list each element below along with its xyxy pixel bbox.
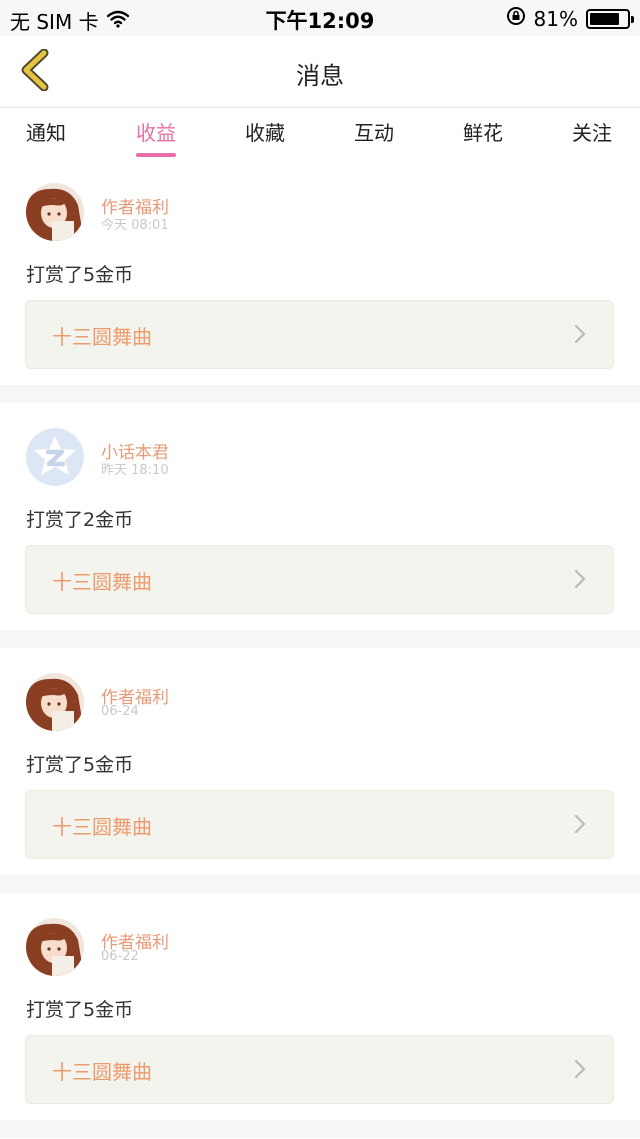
active-tab-indicator	[136, 153, 176, 157]
tab-flowers[interactable]: 鲜花	[453, 117, 513, 146]
divider	[0, 630, 640, 648]
timestamp: 06-22	[101, 949, 139, 964]
anime-avatar-icon	[26, 183, 84, 241]
page-title: 消息	[296, 62, 344, 90]
anime-avatar-icon	[26, 673, 84, 731]
divider	[0, 385, 640, 403]
message-text: 打赏了5金币	[26, 754, 134, 776]
tab-label: 互动	[354, 121, 394, 145]
message-card: 作者福利 06-24 打赏了5金币 十三圆舞曲	[0, 648, 640, 875]
navigation-bar: 消息	[0, 36, 640, 108]
timestamp: 昨天 18:10	[101, 463, 169, 478]
avatar[interactable]	[26, 918, 84, 976]
tab-interactions[interactable]: 互动	[344, 117, 404, 146]
divider	[0, 1120, 640, 1138]
book-title: 十三圆舞曲	[52, 325, 152, 349]
tab-label: 关注	[572, 121, 612, 145]
tab-label: 通知	[26, 121, 66, 145]
tab-label: 收益	[136, 121, 176, 145]
message-text: 打赏了5金币	[26, 264, 134, 286]
chevron-right-icon	[573, 1058, 587, 1080]
chevron-right-icon	[573, 568, 587, 590]
tab-following[interactable]: 关注	[562, 117, 622, 146]
tab-favorites[interactable]: 收藏	[235, 117, 295, 146]
book-title: 十三圆舞曲	[52, 1060, 152, 1084]
z-logo-avatar-icon	[26, 428, 84, 486]
status-bar: 无 SIM 卡 下午12:09 81%	[0, 0, 640, 36]
anime-avatar-icon	[26, 918, 84, 976]
tab-notifications[interactable]: 通知	[16, 117, 76, 146]
divider	[0, 875, 640, 893]
timestamp: 06-24	[101, 704, 139, 719]
chevron-right-icon	[573, 323, 587, 345]
message-card: 作者福利 06-22 打赏了5金币 十三圆舞曲	[0, 893, 640, 1120]
book-link[interactable]: 十三圆舞曲	[25, 545, 614, 614]
message-card: 作者福利 今天 08:01 打赏了5金币 十三圆舞曲	[0, 158, 640, 385]
tab-label: 收藏	[245, 121, 285, 145]
message-card: 小话本君 昨天 18:10 打赏了2金币 十三圆舞曲	[0, 403, 640, 630]
avatar[interactable]	[26, 428, 84, 486]
book-link[interactable]: 十三圆舞曲	[25, 790, 614, 859]
message-text: 打赏了2金币	[26, 509, 134, 531]
book-title: 十三圆舞曲	[52, 570, 152, 594]
status-right: 81%	[506, 6, 634, 31]
avatar[interactable]	[26, 183, 84, 241]
book-link[interactable]: 十三圆舞曲	[25, 1035, 614, 1104]
avatar[interactable]	[26, 673, 84, 731]
tab-earnings[interactable]: 收益	[126, 117, 186, 157]
message-text: 打赏了5金币	[26, 999, 134, 1021]
rotation-lock-icon	[506, 6, 526, 31]
tab-label: 鲜花	[463, 121, 503, 145]
battery-icon	[586, 8, 634, 29]
book-link[interactable]: 十三圆舞曲	[25, 300, 614, 369]
battery-percent: 81%	[533, 6, 578, 31]
tab-bar: 通知 收益 收藏 互动 鲜花 关注	[0, 109, 640, 157]
book-title: 十三圆舞曲	[52, 815, 152, 839]
timestamp: 今天 08:01	[101, 218, 169, 233]
message-feed: 作者福利 今天 08:01 打赏了5金币 十三圆舞曲 小话本君 昨天 18:10…	[0, 158, 640, 1138]
chevron-right-icon	[573, 813, 587, 835]
